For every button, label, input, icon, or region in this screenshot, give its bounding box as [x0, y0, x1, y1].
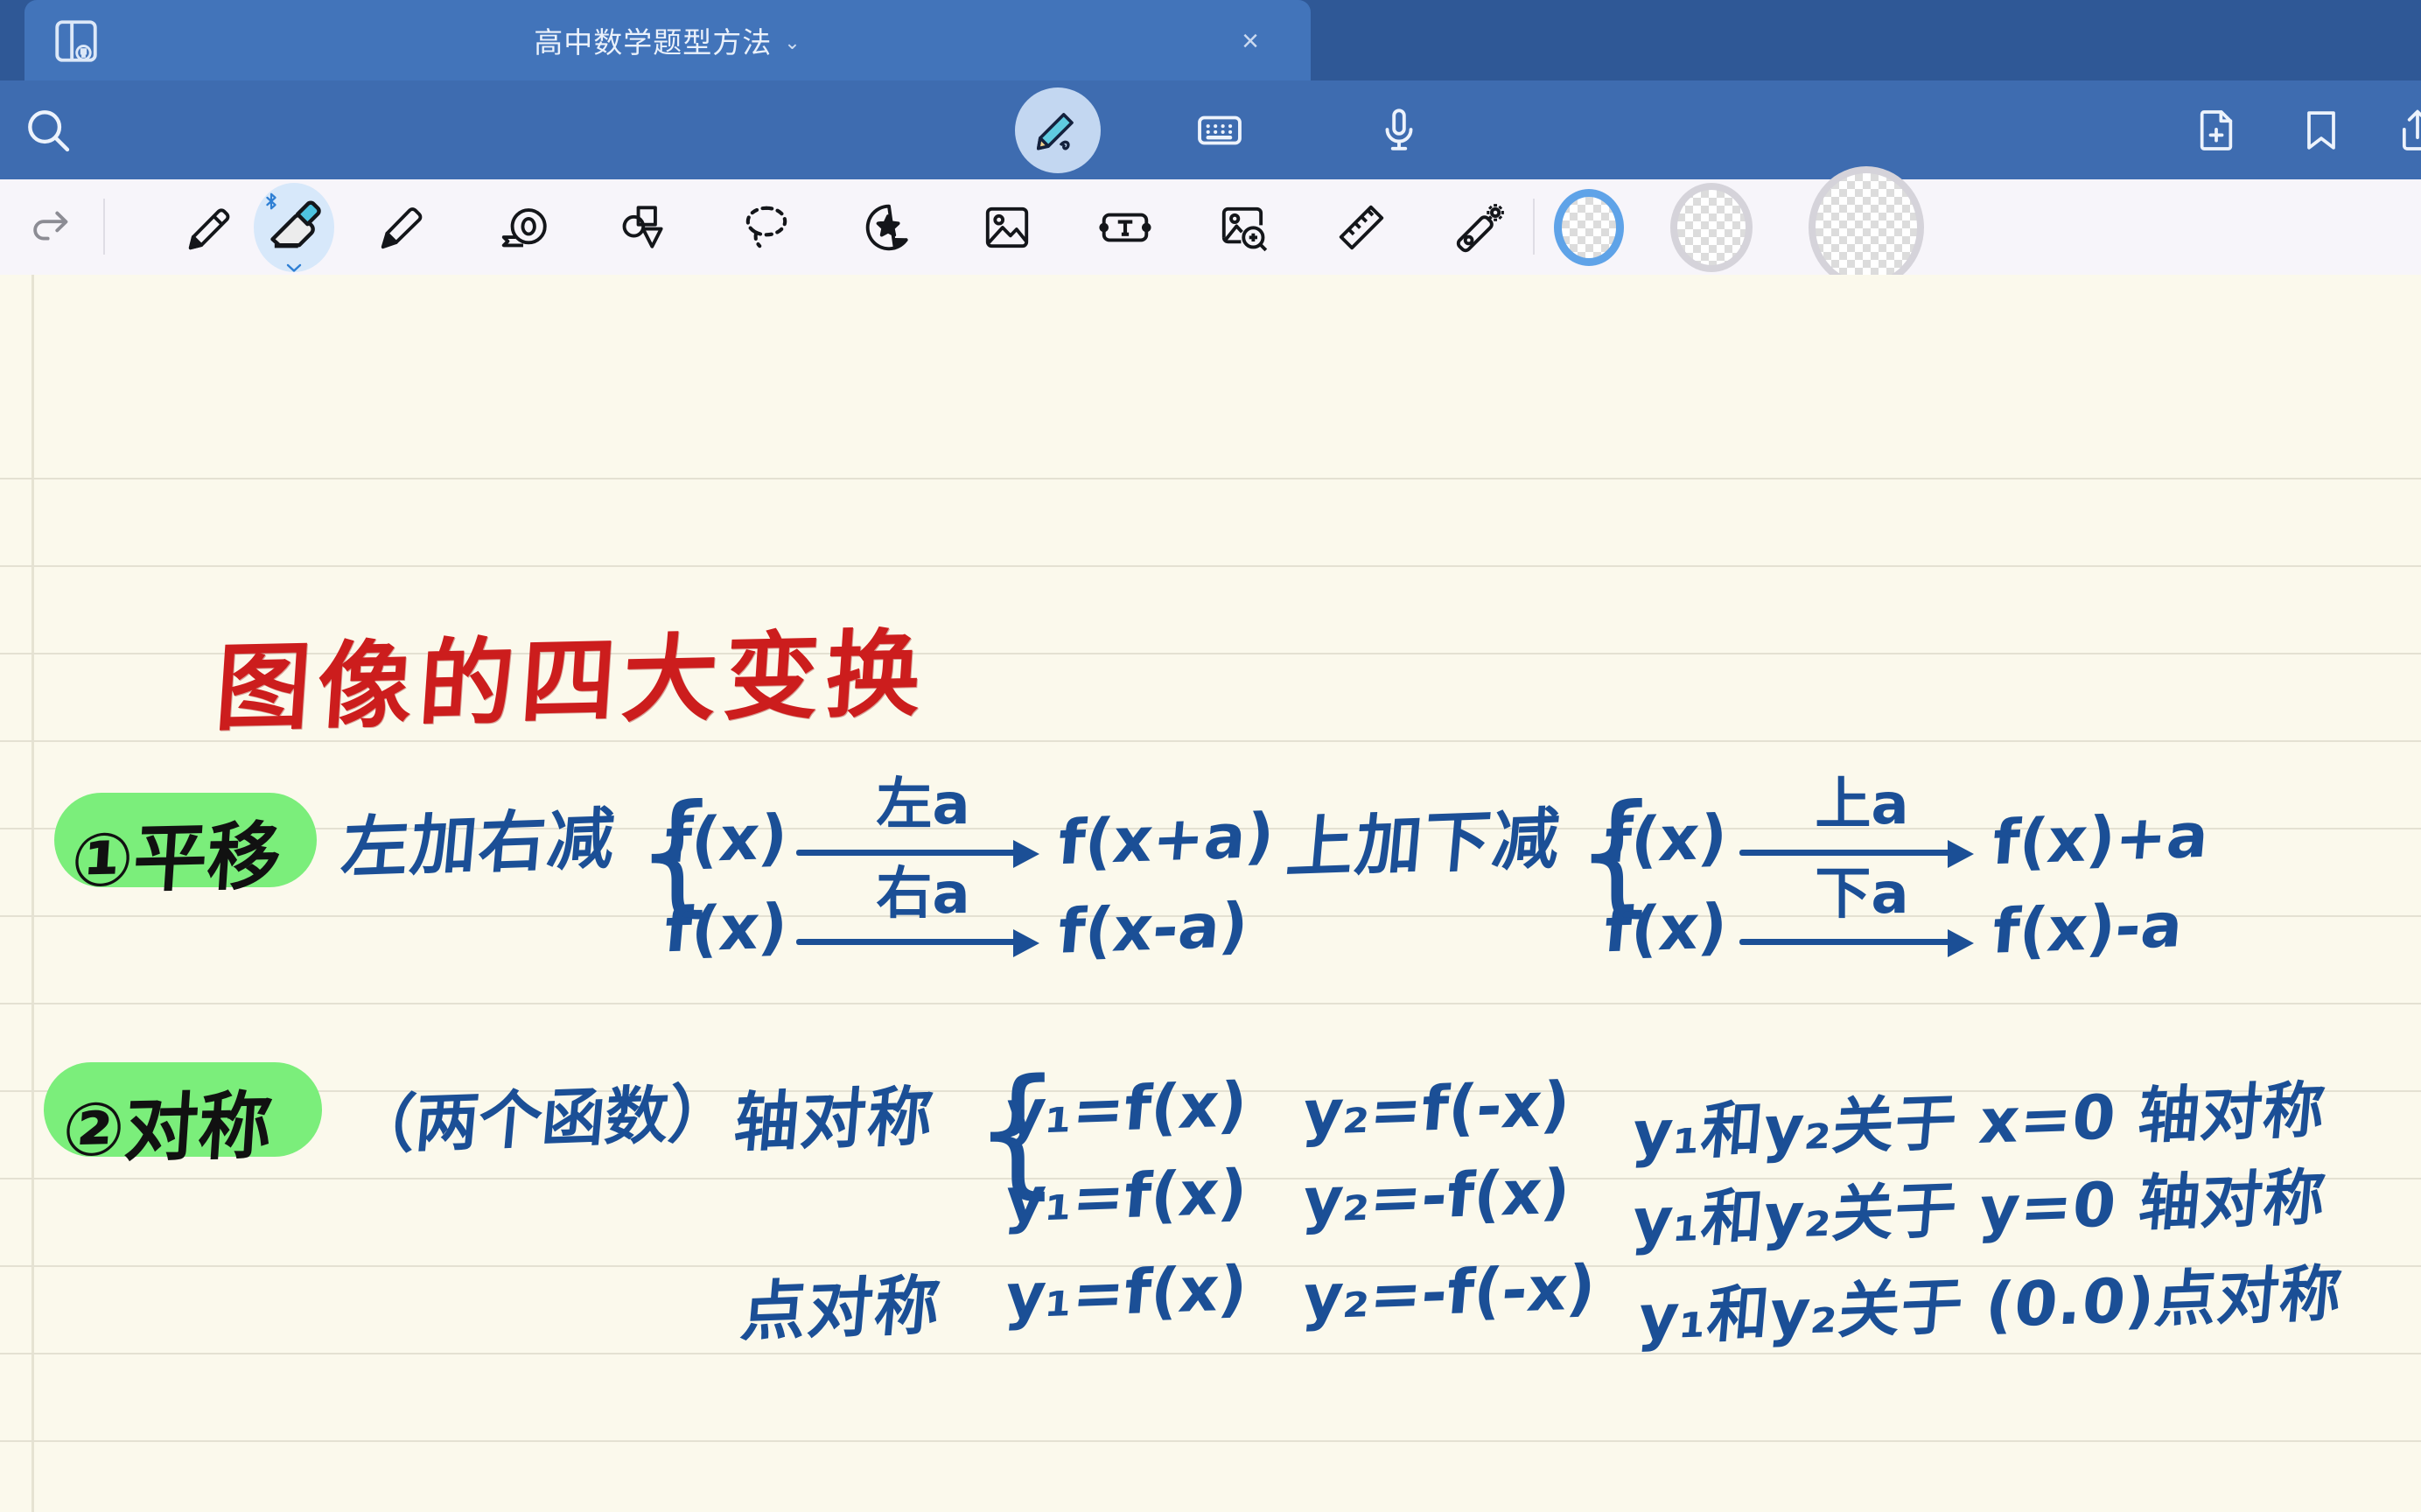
arrow-head [1948, 840, 1974, 868]
pen-handwriting-icon [1031, 103, 1085, 158]
section-2-group-2-kind: 点对称 [738, 1268, 945, 1350]
eraser-tool-button[interactable] [254, 182, 334, 274]
section-1-row-2-line-1-to: f(x)+a [1989, 799, 2212, 879]
highlighter-icon[interactable] [376, 200, 430, 255]
toolbar-divider [103, 199, 105, 255]
tab-title-wrap: 高中数学题型方法 ⌄ [24, 0, 1311, 80]
section-2-g2-l1-y1: y₁=f(x) [1002, 1252, 1250, 1333]
eraser-icon [263, 192, 325, 258]
section-2-g1-l1-y1: y₁=f(x) [1002, 1068, 1250, 1149]
section-2-label: ②对称 [59, 1082, 276, 1173]
arrow-head [1013, 929, 1039, 957]
microphone-icon[interactable] [1374, 105, 1424, 156]
note-title: 图像的四大变换 [212, 620, 932, 745]
section-2-group-1-kind: 轴对称 [731, 1079, 938, 1161]
section-1-row-2-line-2-from: f(x) [1601, 890, 1731, 967]
arrow-shaft [796, 939, 1017, 945]
section-2-g1-l1-y2: y₂=f(-x) [1299, 1068, 1573, 1150]
arrow-head [1948, 929, 1974, 957]
rule-line [0, 1440, 2421, 1442]
rule-line [0, 478, 2421, 480]
section-2-g1-l2-y2: y₂=-f(x) [1299, 1155, 1573, 1237]
section-1-row-2-lead: 上加下减 [1283, 799, 1564, 887]
section-1-row-1-line-1-to: f(x+a) [1054, 799, 1277, 879]
image-zoom-icon[interactable] [1216, 200, 1270, 255]
eraser-size-large-swatch[interactable] [1816, 172, 1917, 282]
section-2-g2-l1-conclusion: y₁和y₂关于 (0.0)点对称 [1635, 1257, 2346, 1354]
section-2-g1-l2-conclusion: y₁和y₂关于 y=0 轴对称 [1629, 1161, 2329, 1257]
toolbar-divider-2 [1533, 199, 1535, 255]
tape-roll-icon[interactable] [497, 200, 551, 255]
section-1-row-1-line-1-from: f(x) [661, 801, 791, 878]
note-app-window: 高中数学题型方法 ⌄ × 图像的四大变换 ①平移 左加右减 {f(x) 左a … [0, 0, 2421, 1512]
sidebar-toggle-icon[interactable] [51, 16, 101, 66]
image-icon[interactable] [980, 200, 1034, 255]
section-1-row-1-line-2-from: f(x) [661, 890, 791, 967]
shapes-icon[interactable] [617, 200, 671, 255]
pencil-icon[interactable] [184, 200, 238, 255]
transform-arrow-4: 下a [1739, 862, 1984, 959]
magic-wand-eraser-icon[interactable] [1452, 200, 1507, 255]
tab-title: 高中数学题型方法 [534, 26, 773, 59]
eraser-size-small-swatch[interactable] [1562, 196, 1616, 258]
section-1-row-1-lead: 左加右减 [338, 799, 619, 887]
close-icon[interactable]: × [1232, 23, 1269, 60]
rule-line [0, 565, 2421, 567]
lasso-select-icon[interactable] [739, 200, 794, 255]
tool-palette [0, 172, 2421, 282]
sticker-star-icon[interactable] [862, 200, 916, 255]
tab-strip: 高中数学题型方法 ⌄ × [0, 0, 2421, 80]
add-page-icon[interactable] [2192, 106, 2241, 155]
section-2-g2-l1-y2: y₂=-f(-x) [1299, 1251, 1599, 1334]
section-2-note: （两个函数） [348, 1075, 735, 1163]
page-left-margin [31, 275, 34, 1512]
section-2-g1-l1-conclusion: y₁和y₂关于 x=0 轴对称 [1629, 1074, 2329, 1170]
section-1-row-1-line-2-to: f(x-a) [1055, 889, 1251, 968]
section-1-row-2-line-2-to: f(x)-a [1990, 889, 2186, 968]
arrow-head [1013, 840, 1039, 868]
chevron-down-icon[interactable]: ⌄ [784, 32, 801, 54]
arrow-shaft [1739, 939, 1951, 945]
rule-line [0, 1353, 2421, 1354]
transform-arrow-2: 右a [796, 862, 1050, 959]
section-1-row-2-line-1-from: f(x) [1601, 801, 1731, 878]
chevron-down-icon[interactable] [285, 262, 303, 274]
section-1-label: ①平移 [68, 813, 284, 904]
text-box-icon[interactable] [1098, 200, 1152, 255]
top-toolbar [0, 80, 2421, 181]
note-canvas[interactable]: 图像的四大变换 ①平移 左加右减 { f(x) 左a f(x+a) f(x) 右… [0, 275, 2421, 1512]
section-2-g1-l2-y1: y₁=f(x) [1002, 1156, 1250, 1236]
eraser-size-medium-swatch[interactable] [1677, 189, 1746, 265]
bookmark-icon[interactable] [2297, 106, 2346, 155]
keyboard-icon[interactable] [1194, 105, 1245, 156]
mode-handwriting-button[interactable] [1015, 87, 1101, 173]
bluetooth-icon [262, 192, 281, 211]
share-icon[interactable] [2393, 106, 2421, 155]
rule-line [0, 1003, 2421, 1004]
document-tab[interactable]: 高中数学题型方法 ⌄ × [24, 0, 1311, 80]
search-icon[interactable] [21, 103, 75, 158]
redo-arrow-icon[interactable] [26, 202, 77, 253]
ruler-icon[interactable] [1334, 200, 1389, 255]
